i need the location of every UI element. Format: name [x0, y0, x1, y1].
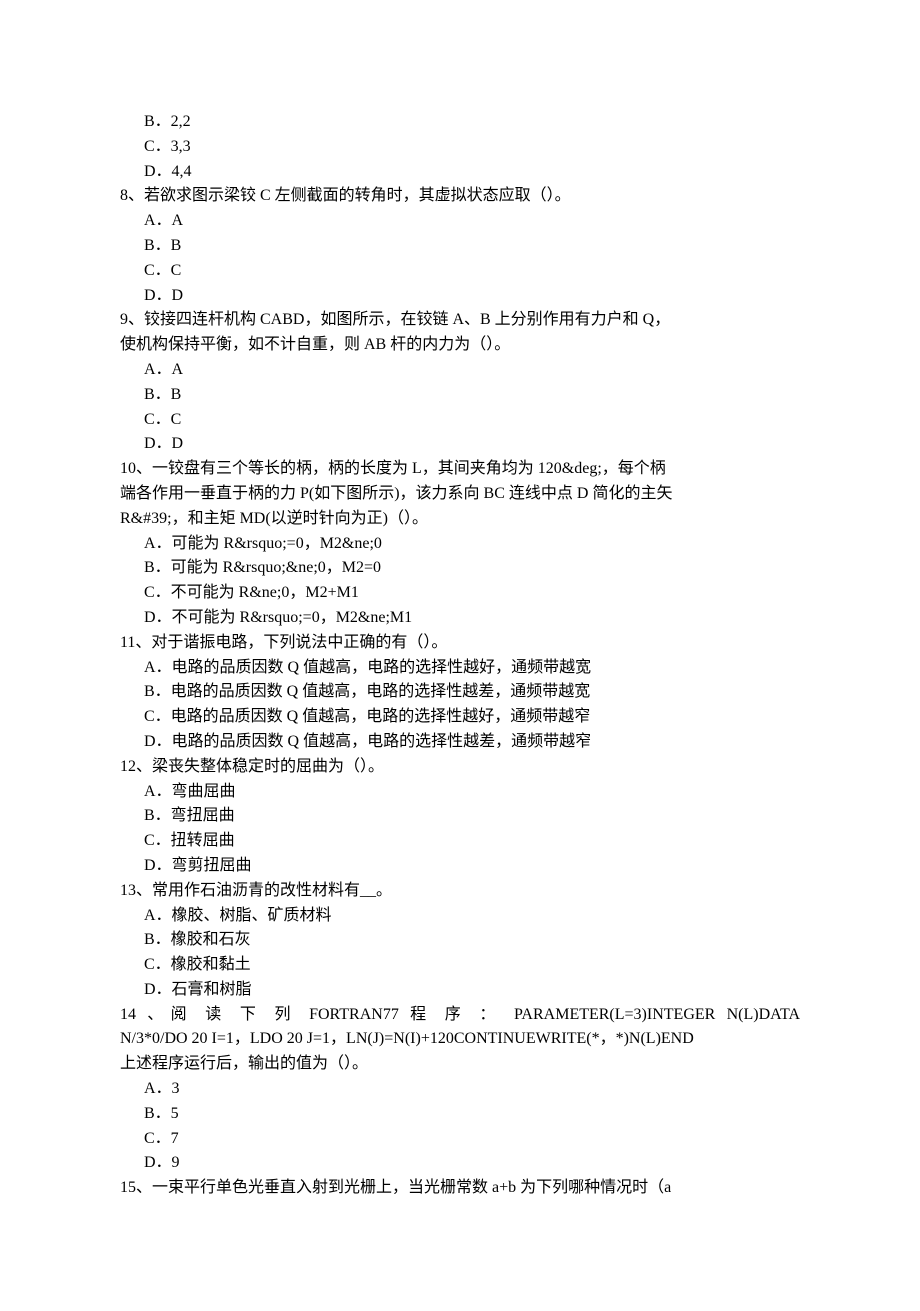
question-8: 8、若欲求图示梁铰 C 左侧截面的转角时，其虚拟状态应取（）。 — [120, 184, 800, 209]
option-11d: D．电路的品质因数 Q 值越高，电路的选择性越差，通频带越窄 — [120, 730, 800, 755]
option-11a: A．电路的品质因数 Q 值越高，电路的选择性越好，通频带越宽 — [120, 656, 800, 681]
option-11c: C．电路的品质因数 Q 值越高，电路的选择性越好，通频带越窄 — [120, 705, 800, 730]
option-7b: B．2,2 — [120, 110, 800, 135]
option-13b: B．橡胶和石灰 — [120, 928, 800, 953]
option-8d: D．D — [120, 284, 800, 309]
option-12c: C．扭转屈曲 — [120, 829, 800, 854]
option-14a: A．3 — [120, 1077, 800, 1102]
question-15: 15、一束平行单色光垂直入射到光栅上，当光栅常数 a+b 为下列哪种情况时（a — [120, 1176, 800, 1201]
option-14d: D．9 — [120, 1151, 800, 1176]
question-14-line1: 14 、阅 读 下 列 FORTRAN77 程 序 ： PARAMETER(L=… — [120, 1003, 800, 1028]
option-9c: C．C — [120, 408, 800, 433]
option-8a: A．A — [120, 209, 800, 234]
question-10-line3: R&#39;，和主矩 MD(以逆时针向为正)（）。 — [120, 507, 800, 532]
option-8b: B．B — [120, 234, 800, 259]
option-10b: B．可能为 R&rsquo;&ne;0，M2=0 — [120, 556, 800, 581]
option-12b: B．弯扭屈曲 — [120, 804, 800, 829]
option-11b: B．电路的品质因数 Q 值越高，电路的选择性越差，通频带越宽 — [120, 680, 800, 705]
question-11: 11、对于谐振电路，下列说法中正确的有（）。 — [120, 631, 800, 656]
option-14c: C．7 — [120, 1127, 800, 1152]
option-10c: C．不可能为 R&ne;0，M2+M1 — [120, 581, 800, 606]
question-14-line2: N/3*0/DO 20 I=1，LDO 20 J=1，LN(J)=N(I)+12… — [120, 1027, 800, 1052]
option-13c: C．橡胶和黏土 — [120, 953, 800, 978]
option-13d: D．石膏和树脂 — [120, 978, 800, 1003]
question-9-line2: 使机构保持平衡，如不计自重，则 AB 杆的内力为（）。 — [120, 333, 800, 358]
option-10a: A．可能为 R&rsquo;=0，M2&ne;0 — [120, 532, 800, 557]
option-14b: B．5 — [120, 1102, 800, 1127]
question-14-line3: 上述程序运行后，输出的值为（）。 — [120, 1052, 800, 1077]
option-7c: C．3,3 — [120, 135, 800, 160]
option-12a: A．弯曲屈曲 — [120, 780, 800, 805]
option-12d: D．弯剪扭屈曲 — [120, 854, 800, 879]
option-9a: A．A — [120, 358, 800, 383]
question-10-line2: 端各作用一垂直于柄的力 P(如下图所示)，该力系向 BC 连线中点 D 简化的主… — [120, 482, 800, 507]
question-13: 13、常用作石油沥青的改性材料有__。 — [120, 879, 800, 904]
question-10-line1: 10、一铰盘有三个等长的柄，柄的长度为 L，其间夹角均为 120&deg;，每个… — [120, 457, 800, 482]
option-9d: D．D — [120, 432, 800, 457]
question-9-line1: 9、铰接四连杆机构 CABD，如图所示，在铰链 A、B 上分别作用有力户和 Q， — [120, 308, 800, 333]
question-12: 12、梁丧失整体稳定时的屈曲为（）。 — [120, 755, 800, 780]
option-8c: C．C — [120, 259, 800, 284]
option-13a: A．橡胶、树脂、矿质材料 — [120, 904, 800, 929]
option-10d: D．不可能为 R&rsquo;=0，M2&ne;M1 — [120, 606, 800, 631]
option-7d: D．4,4 — [120, 160, 800, 185]
option-9b: B．B — [120, 383, 800, 408]
